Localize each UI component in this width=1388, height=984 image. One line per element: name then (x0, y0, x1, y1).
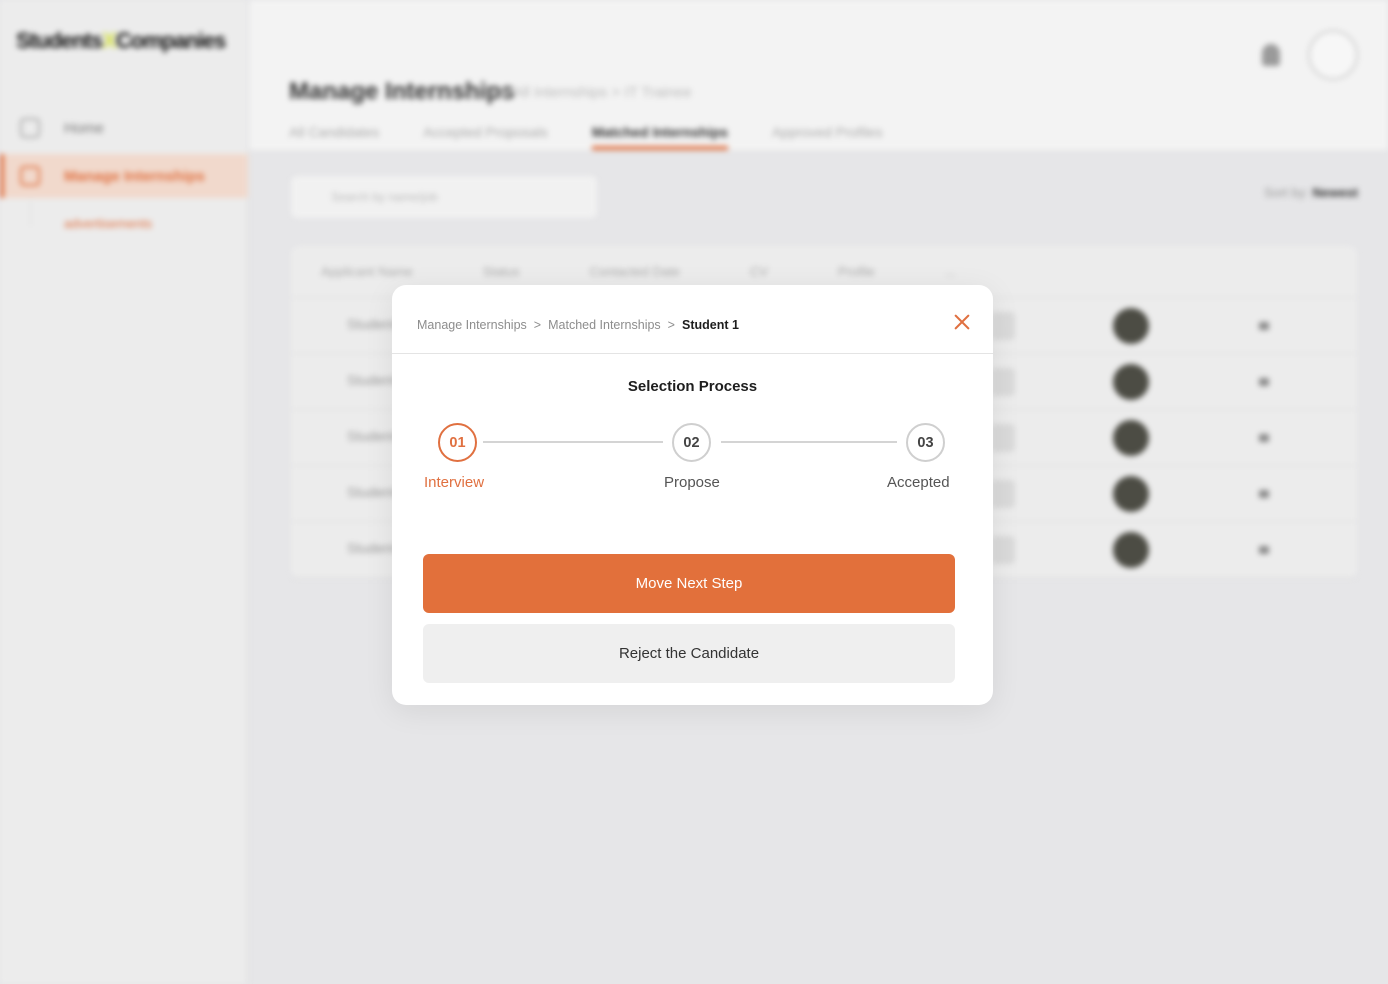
step-1-label: Interview (424, 474, 485, 491)
cv-icon (991, 480, 1015, 508)
profile-avatar (1113, 420, 1149, 456)
bell-icon[interactable] (1262, 44, 1280, 66)
logo: StudentsXCompanies (16, 28, 226, 53)
close-icon[interactable] (949, 309, 975, 335)
step-3-label: Accepted (887, 474, 950, 491)
tab-accepted-proposals[interactable]: Accepted Proposals (423, 124, 548, 150)
step-3-indicator: 03 (906, 423, 945, 462)
cv-icon (991, 312, 1015, 340)
sort-dropdown[interactable]: Sort by: Newest (1264, 185, 1358, 200)
more-icon (1259, 490, 1269, 498)
cv-icon (991, 368, 1015, 396)
step-connector (483, 441, 663, 443)
breadcrumb-separator: > (667, 318, 675, 332)
sidebar-tree-line (30, 200, 31, 226)
tab-approved-profiles[interactable]: Approved Profiles (772, 124, 883, 150)
selection-process-modal: Manage Internships > Matched Internships… (392, 285, 993, 705)
header-breadcrumb: > All Internships > IT Trainee (501, 84, 692, 101)
cv-icon (991, 424, 1015, 452)
breadcrumb-separator: > (533, 318, 542, 332)
briefcase-icon (20, 166, 40, 186)
sidebar: StudentsXCompanies Home Manage Internshi… (0, 0, 248, 984)
search-input[interactable]: Search by name/job (291, 176, 597, 218)
cv-icon (991, 536, 1015, 564)
sidebar-item-home[interactable]: Home (0, 106, 248, 150)
home-icon (20, 118, 40, 138)
modal-title: Selection Process (627, 378, 758, 395)
step-1-indicator: 01 (438, 423, 477, 462)
modal-header: Manage Internships > Matched Internships… (392, 285, 993, 354)
profile-avatar (1113, 476, 1149, 512)
more-icon (1259, 378, 1269, 386)
step-connector (721, 441, 897, 443)
more-icon (1259, 434, 1269, 442)
user-avatar[interactable] (1308, 30, 1358, 80)
move-next-step-button[interactable]: Move Next Step (423, 554, 955, 613)
reject-candidate-button[interactable]: Reject the Candidate (423, 624, 955, 683)
tab-all-candidates[interactable]: All Candidates (289, 124, 379, 150)
sidebar-item-manage-internships[interactable]: Manage Internships (0, 154, 248, 198)
profile-avatar (1113, 532, 1149, 568)
breadcrumb-item-manage-internships[interactable]: Manage Internships (417, 318, 527, 332)
more-icon (1259, 546, 1269, 554)
step-2-indicator: 02 (672, 423, 711, 462)
page-title: Manage Internships (289, 78, 515, 105)
sidebar-subitem-advertisements[interactable]: advertisements (64, 216, 152, 231)
profile-avatar (1113, 364, 1149, 400)
breadcrumb-current: Student 1 (681, 318, 739, 332)
tab-matched-internships[interactable]: Matched Internships (591, 124, 728, 150)
step-2-label: Propose (664, 474, 720, 491)
more-icon (1259, 322, 1269, 330)
profile-avatar (1113, 308, 1149, 344)
tabs: All Candidates Accepted Proposals Matche… (289, 124, 882, 150)
breadcrumb: Manage Internships > Matched Internships… (417, 318, 739, 332)
topbar: Manage Internships > All Internships > I… (249, 0, 1388, 150)
breadcrumb-item-matched-internships[interactable]: Matched Internships (548, 318, 661, 332)
